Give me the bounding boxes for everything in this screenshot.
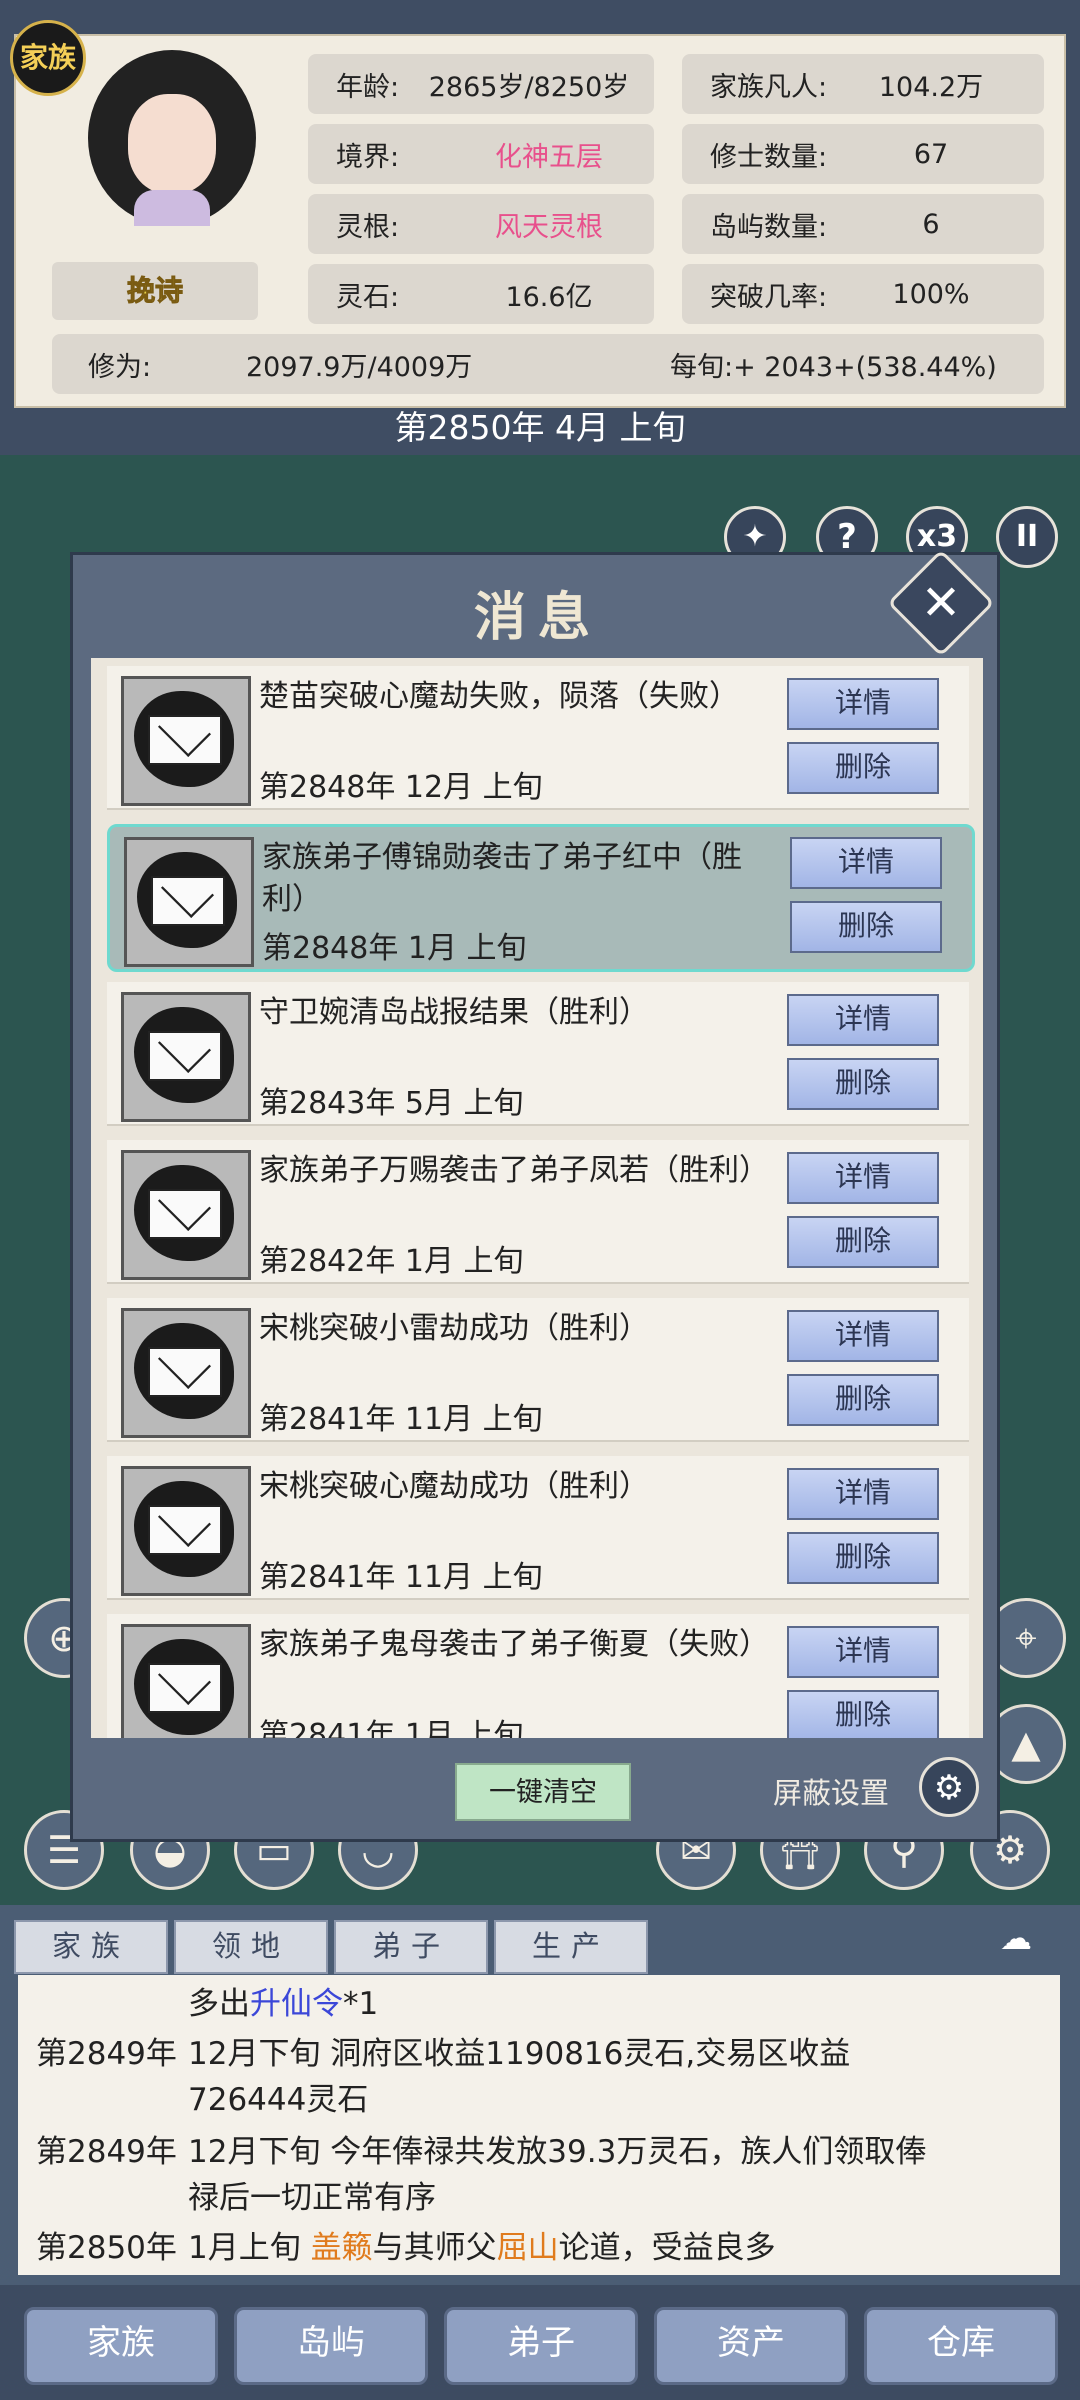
- delete-button[interactable]: 删除: [787, 1532, 939, 1584]
- detail-button[interactable]: 详情: [787, 1468, 939, 1520]
- nav-family[interactable]: 家族: [24, 2307, 218, 2385]
- delete-button[interactable]: 删除: [790, 901, 942, 953]
- message-item[interactable]: 楚苗突破心魔劫失败，陨落（失败） 第2848年 12月 上旬 详情 删除: [107, 666, 969, 810]
- log-line: 726444灵石: [188, 2082, 369, 2118]
- detail-button[interactable]: 详情: [787, 678, 939, 730]
- delete-button[interactable]: 删除: [787, 742, 939, 794]
- envelope-icon: [121, 1150, 251, 1280]
- gear-icon[interactable]: ⚙: [919, 1757, 979, 1817]
- detail-button[interactable]: 详情: [787, 1310, 939, 1362]
- detail-button[interactable]: 详情: [790, 837, 942, 889]
- log-line: 禄后一切正常有序: [188, 2180, 436, 2216]
- log-line: 12月下旬 洞府区收益1190816灵石,交易区收益: [188, 2036, 851, 2072]
- stat-age: 年龄: 2865岁/8250岁: [308, 54, 654, 114]
- log-line: 1月上旬 盖籁与其师父屈山论道，受益良多: [188, 2230, 776, 2266]
- bottom-nav: 家族 岛屿 弟子 资产 仓库: [0, 2285, 1080, 2400]
- modal-title: 消息: [473, 587, 602, 648]
- message-item-selected[interactable]: 家族弟子傅锦勋袭击了弟子红中（胜利） 第2848年 1月 上旬 详情 删除: [107, 824, 975, 972]
- log-date: 第2849年: [36, 2036, 177, 2072]
- nav-warehouse[interactable]: 仓库: [864, 2307, 1058, 2385]
- clear-all-button[interactable]: 一键清空: [455, 1763, 631, 1821]
- tab-disciples[interactable]: 弟子: [334, 1920, 488, 1974]
- message-list[interactable]: 楚苗突破心魔劫失败，陨落（失败） 第2848年 12月 上旬 详情 删除 家族弟…: [91, 658, 983, 1738]
- detail-button[interactable]: 详情: [787, 1626, 939, 1678]
- cultivation-bar: 修为: 2097.9万/4009万 每旬:+ 2043+(538.44%): [52, 334, 1044, 394]
- event-log[interactable]: 多出升仙令*1 第2849年 12月下旬 洞府区收益1190816灵石,交易区收…: [18, 1975, 1060, 2275]
- nav-disciples[interactable]: 弟子: [444, 2307, 638, 2385]
- message-item[interactable]: 宋桃突破小雷劫成功（胜利） 第2841年 11月 上旬 详情 删除: [107, 1298, 969, 1442]
- envelope-icon: [121, 992, 251, 1122]
- cloud-icon[interactable]: ☁: [986, 1919, 1046, 1963]
- log-panel: 家族 领地 弟子 生产 ☁ 多出升仙令*1 第2849年 12月下旬 洞府区收益…: [0, 1905, 1080, 2285]
- envelope-icon: [121, 1624, 251, 1738]
- delete-button[interactable]: 删除: [787, 1690, 939, 1738]
- nav-islands[interactable]: 岛屿: [234, 2307, 428, 2385]
- stat-realm: 境界: 化神五层: [308, 124, 654, 184]
- message-item[interactable]: 宋桃突破心魔劫成功（胜利） 第2841年 11月 上旬 详情 删除: [107, 1456, 969, 1600]
- avatar[interactable]: [88, 50, 256, 226]
- log-date: 第2849年: [36, 2134, 177, 2170]
- log-date: 第2850年: [36, 2230, 177, 2266]
- message-item[interactable]: 家族弟子万赐袭击了弟子凤若（胜利） 第2842年 1月 上旬 详情 删除: [107, 1140, 969, 1284]
- close-icon: ✕: [920, 575, 962, 631]
- envelope-icon: [124, 837, 254, 967]
- stat-stones: 灵石: 16.6亿: [308, 264, 654, 324]
- tab-family[interactable]: 家族: [14, 1920, 168, 1974]
- tab-territory[interactable]: 领地: [174, 1920, 328, 1974]
- delete-button[interactable]: 删除: [787, 1216, 939, 1268]
- stat-mortals: 家族凡人: 104.2万: [682, 54, 1044, 114]
- status-card: 家族 挽诗 年龄: 2865岁/8250岁 境界: 化神五层 灵根: 风天灵根 灵石:…: [10, 20, 1066, 408]
- stat-islands: 岛屿数量: 6: [682, 194, 1044, 254]
- delete-button[interactable]: 删除: [787, 1058, 939, 1110]
- delete-button[interactable]: 删除: [787, 1374, 939, 1426]
- message-item[interactable]: 守卫婉清岛战报结果（胜利） 第2843年 5月 上旬 详情 删除: [107, 982, 969, 1126]
- stat-cultivators: 修士数量: 67: [682, 124, 1044, 184]
- character-name[interactable]: 挽诗: [52, 262, 258, 320]
- log-line: 12月下旬 今年俸禄共发放39.3万灵石，族人们领取俸: [188, 2134, 927, 2170]
- shield-settings-label[interactable]: 屏蔽设置: [773, 1770, 889, 1812]
- game-date: 第2850年 4月 上旬: [394, 408, 686, 447]
- tab-production[interactable]: 生产: [494, 1920, 648, 1974]
- envelope-icon: [121, 1466, 251, 1596]
- log-line: 多出升仙令*1: [188, 1986, 379, 2022]
- stat-root: 灵根: 风天灵根: [308, 194, 654, 254]
- envelope-icon: [121, 676, 251, 806]
- envelope-icon: [121, 1308, 251, 1438]
- pause-button[interactable]: II: [996, 506, 1058, 568]
- detail-button[interactable]: 详情: [787, 1152, 939, 1204]
- message-modal: 消息 ✕ 楚苗突破心魔劫失败，陨落（失败） 第2848年 12月 上旬 详情 删…: [70, 549, 1000, 1842]
- family-badge[interactable]: 家族: [10, 20, 86, 96]
- stat-breakthrough: 突破几率: 100%: [682, 264, 1044, 324]
- nav-assets[interactable]: 资产: [654, 2307, 848, 2385]
- message-item[interactable]: 家族弟子鬼母袭击了弟子衡夏（失败） 第2841年 1月 上旬 详情 删除: [107, 1614, 969, 1738]
- detail-button[interactable]: 详情: [787, 994, 939, 1046]
